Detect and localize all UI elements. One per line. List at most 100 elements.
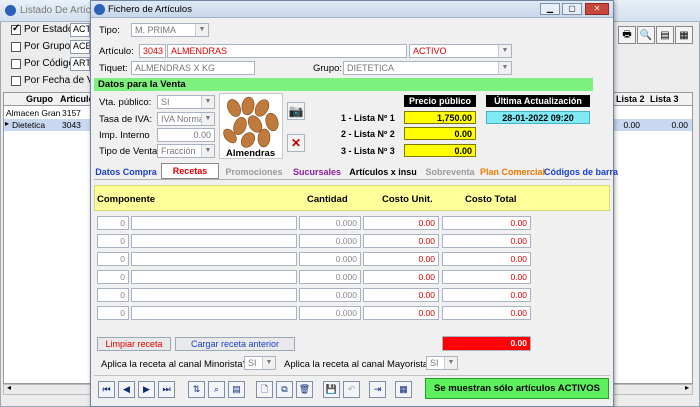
tab-recetas[interactable]: Recetas (161, 163, 219, 179)
maximize-button[interactable]: ▢ (562, 3, 582, 15)
mayorista-select[interactable]: SI ▼ (426, 356, 458, 370)
scroll-right-icon[interactable]: ▸ (685, 383, 689, 392)
exit-icon[interactable]: ⇥ (369, 381, 386, 398)
recipe-row-5-code[interactable]: 0 (97, 306, 129, 320)
tasa-iva-value: IVA Normal (161, 114, 206, 124)
lista1-price-input[interactable]: 1,750.00 (404, 111, 476, 124)
tab-datos-compra[interactable]: Datos Compra (95, 165, 157, 179)
cargar-receta-button[interactable]: Cargar receta anterior (175, 337, 295, 351)
recipe-row-3-costo-total: 0.00 (442, 270, 531, 284)
chevron-down-icon: ▼ (201, 113, 214, 125)
row-pointer-icon: ▸ (5, 119, 10, 128)
search-icon[interactable]: 🔍 (637, 26, 655, 44)
recipe-row-3-name[interactable] (131, 270, 297, 284)
binoculars-icon[interactable]: ⌕ (208, 381, 225, 398)
recipe-row-2-name[interactable] (131, 252, 297, 266)
delete-image-icon[interactable]: ✕ (287, 134, 305, 152)
minorista-select[interactable]: SI ▼ (244, 356, 276, 370)
table-row-1-articulo[interactable]: 3043 (62, 120, 90, 130)
tiquet-input[interactable]: ALMENDRAS X KG (131, 61, 255, 75)
new-record-icon[interactable]: 🗋 (256, 381, 273, 398)
recipe-row-0-code[interactable]: 0 (97, 216, 129, 230)
limpiar-receta-button[interactable]: Limpiar receta (97, 337, 171, 351)
filter-estado-checkbox[interactable] (11, 23, 21, 35)
recipe-row-1-code[interactable]: 0 (97, 234, 129, 248)
table-row-1-grupo[interactable]: Dietetica (12, 120, 62, 130)
recipe-row-2-cantidad[interactable]: 0.000 (299, 252, 361, 266)
table-row-1-l3: 0.00 (671, 120, 688, 130)
report-icon[interactable]: ▤ (656, 26, 674, 44)
estado-select[interactable]: ACTIVO ▼ (409, 44, 512, 58)
total-costo-value: 0.00 (442, 336, 531, 351)
recipe-row-3-costo-unit: 0.00 (363, 270, 439, 284)
report-icon[interactable]: ▤ (228, 381, 245, 398)
tasa-iva-label: Tasa de IVA: (99, 114, 153, 125)
calculator-icon[interactable]: ▦ (395, 381, 412, 398)
articulo-code-input[interactable]: 3043 (139, 44, 166, 58)
tab-plan-comercial[interactable]: Plan Comercial (480, 165, 545, 179)
vta-publico-value: SI (161, 97, 170, 107)
recipe-row-1-cantidad[interactable]: 0.000 (299, 234, 361, 248)
filter-estado-value[interactable]: ACTI (70, 23, 90, 37)
recipe-row-3-code[interactable]: 0 (97, 270, 129, 284)
imp-interno-input[interactable]: 0.00 (157, 128, 215, 142)
lista1-label: 1 - Lista Nº 1 (341, 113, 395, 123)
recipe-row-4-code[interactable]: 0 (97, 288, 129, 302)
next-record-icon[interactable]: ▶ (138, 381, 155, 398)
recipe-row-5-costo-total: 0.00 (442, 306, 531, 320)
minimize-button[interactable]: ▁ (540, 3, 560, 15)
filter-codigo-checkbox[interactable] (11, 59, 21, 69)
recipe-row-0-cantidad[interactable]: 0.000 (299, 216, 361, 230)
tab-sobreventa[interactable]: Sobreventa (421, 165, 479, 179)
tasa-iva-select[interactable]: IVA Normal ▼ (157, 112, 215, 126)
tipo-select[interactable]: M. PRIMA ▼ (131, 23, 209, 37)
recipe-row-0-name[interactable] (131, 216, 297, 230)
lista2-label: 2 - Lista Nº 2 (341, 129, 395, 139)
recipe-row-3-cantidad[interactable]: 0.000 (299, 270, 361, 284)
filter-fecha-checkbox[interactable] (11, 76, 21, 86)
table-row-0-articulo[interactable]: 3157 (62, 108, 90, 118)
col-costo-total: Costo Total (465, 194, 517, 205)
recipe-row-5-name[interactable] (131, 306, 297, 320)
mayorista-value: SI (430, 358, 439, 368)
sort-icon[interactable]: ⇅ (188, 381, 205, 398)
filter-grupo-value[interactable]: ACE (70, 40, 90, 54)
recipe-row-5-cantidad[interactable]: 0.000 (299, 306, 361, 320)
recipe-row-2-code[interactable]: 0 (97, 252, 129, 266)
recipe-row-4-costo-unit: 0.00 (363, 288, 439, 302)
undo-icon[interactable]: ↶ (343, 381, 360, 398)
tab-promociones[interactable]: Promociones (223, 165, 285, 179)
dialog-title: Fichero de Artículos (108, 4, 192, 15)
copy-icon[interactable]: ⧉ (276, 381, 293, 398)
tab-articulos-insu[interactable]: Artículos x insu (349, 165, 417, 179)
close-button[interactable]: ✕ (585, 3, 609, 15)
recipe-row-4-name[interactable] (131, 288, 297, 302)
filter-grupo-label: Por Grupo (24, 41, 71, 52)
export-icon[interactable]: ▦ (675, 26, 693, 44)
camera-icon[interactable]: 📷 (287, 102, 305, 120)
recipe-row-4-cantidad[interactable]: 0.000 (299, 288, 361, 302)
chevron-down-icon: ▼ (195, 24, 208, 36)
articulo-name-input[interactable]: ALMENDRAS (167, 44, 407, 58)
last-record-icon[interactable]: ⏭ (158, 381, 175, 398)
recipe-header: Componente Cantidad Costo Unit. Costo To… (94, 185, 610, 211)
vta-publico-select[interactable]: SI ▼ (157, 95, 215, 109)
recipe-row-1-name[interactable] (131, 234, 297, 248)
table-row-0-grupo[interactable]: Almacen Gran (6, 108, 62, 118)
first-record-icon[interactable]: ⏮ (98, 381, 115, 398)
tipo-venta-select[interactable]: Fracción ▼ (157, 144, 215, 158)
tab-codigos-barra[interactable]: Códigos de barra (544, 165, 618, 179)
filter-grupo-checkbox[interactable] (11, 42, 21, 52)
lista2-price-input[interactable]: 0.00 (404, 127, 476, 140)
delete-record-icon[interactable]: 🗑 (296, 381, 313, 398)
scroll-left-icon[interactable]: ◂ (7, 383, 11, 392)
save-icon[interactable]: 💾 (323, 381, 340, 398)
filter-codigo-value[interactable]: ARTIC (70, 57, 90, 71)
lista3-price-input[interactable]: 0.00 (404, 144, 476, 157)
app-icon (5, 5, 16, 16)
print-icon[interactable]: 🖶 (618, 26, 636, 44)
prev-record-icon[interactable]: ◀ (118, 381, 135, 398)
tab-sucursales[interactable]: Sucursales (289, 165, 345, 179)
grupo-select[interactable]: DIETETICA ▼ (343, 61, 512, 75)
mayorista-label: Aplica la receta al canal Mayorista? (284, 359, 434, 370)
